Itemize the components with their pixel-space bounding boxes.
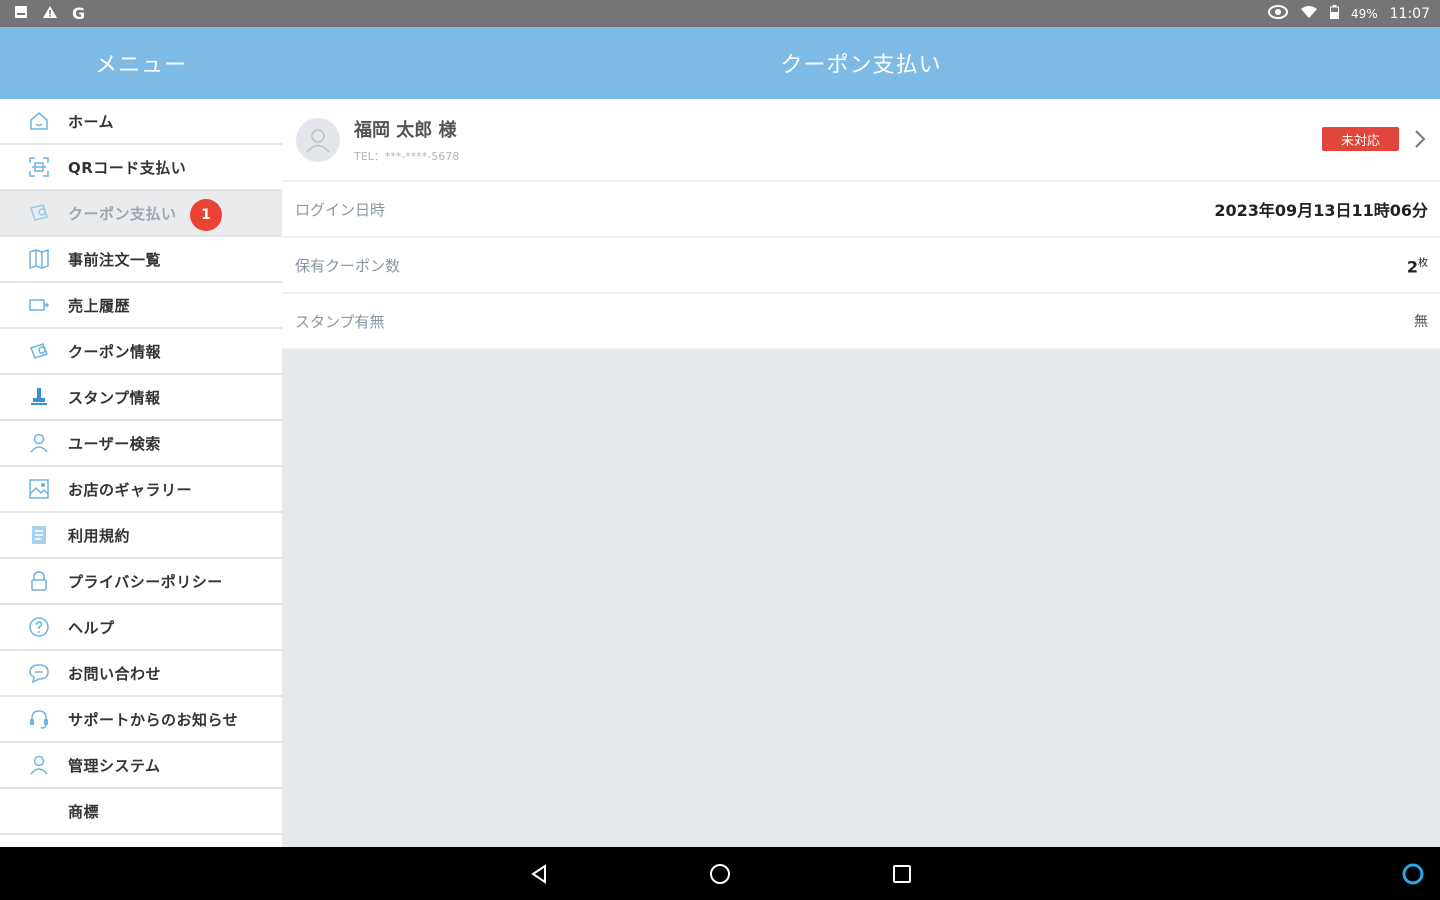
sidebar-item-help[interactable]: ヘルプ — [0, 605, 282, 651]
headset-icon — [26, 706, 52, 732]
recents-icon[interactable] — [887, 859, 917, 889]
stamp-icon — [26, 384, 52, 410]
map-icon — [26, 246, 52, 272]
user-card[interactable]: 福岡 太郎 様 TEL：***-****-5678 未対応 — [282, 99, 1440, 182]
sidebar-item-gallery[interactable]: お店のギャラリー — [0, 467, 282, 513]
sidebar-item-label: 商標 — [68, 802, 100, 821]
coupon-icon — [26, 200, 52, 226]
user-name: 福岡 太郎 様 — [354, 119, 457, 141]
eye-icon — [1267, 4, 1288, 23]
sidebar-item-preorders[interactable]: 事前注文一覧 — [0, 237, 282, 283]
sidebar-item-label: プライバシーポリシー — [68, 572, 223, 591]
sidebar-item-label: 事前注文一覧 — [68, 250, 162, 269]
user-tel: TEL：***-****-5678 — [354, 149, 460, 163]
sidebar-item-label: スタンプ情報 — [68, 388, 161, 407]
menu-header-label: メニュー — [94, 53, 187, 78]
battery-level: 49% — [1350, 6, 1378, 21]
sidebar-item-trademark[interactable]: 商標 — [0, 789, 282, 835]
sidebar-item-label: QRコード支払い — [68, 158, 187, 177]
sidebar-item-coupon-info[interactable]: クーポン情報 — [0, 329, 282, 375]
sidebar-item-label: お問い合わせ — [68, 664, 162, 683]
status-bar-left: G — [14, 4, 85, 23]
login-datetime-row: ログイン日時 2023年09月13日11時06分 — [282, 182, 1440, 238]
sidebar-item-contact[interactable]: お問い合わせ — [0, 651, 282, 697]
help-icon — [26, 614, 52, 640]
notification-badge: 1 — [190, 199, 222, 231]
sidebar-item-admin-system[interactable]: 管理システム — [0, 743, 282, 789]
coupon-count-unit: 枚 — [1418, 257, 1428, 269]
stamp-status-label: スタンプ有無 — [295, 312, 385, 331]
battery-icon — [1329, 4, 1339, 23]
back-icon[interactable] — [524, 859, 554, 889]
chevron-right-icon[interactable] — [1410, 127, 1430, 151]
coupon-count-row: 保有クーポン数 2枚 — [282, 238, 1440, 294]
sidebar-item-coupon-payment[interactable]: クーポン支払い 1 — [0, 191, 282, 237]
sidebar-item-stamp-info[interactable]: スタンプ情報 — [0, 375, 282, 421]
home-icon — [26, 108, 52, 134]
sidebar-item-label: お店のギャラリー — [68, 480, 193, 499]
status-badge: 未対応 — [1322, 127, 1399, 151]
admin-user-icon — [26, 752, 52, 778]
sidebar-item-privacy-policy[interactable]: プライバシーポリシー — [0, 559, 282, 605]
blank-icon — [26, 798, 52, 824]
sidebar-item-label: ホーム — [68, 112, 115, 131]
user-info: 福岡 太郎 様 TEL：***-****-5678 — [354, 116, 459, 164]
home-nav-icon[interactable] — [705, 859, 735, 889]
chat-icon — [26, 660, 52, 686]
sidebar-item-label: 売上履歴 — [68, 296, 131, 315]
sidebar-item-home[interactable]: ホーム — [0, 99, 282, 145]
login-datetime-value: 2023年09月13日11時06分 — [1214, 201, 1428, 220]
sidebar-item-sales-history[interactable]: 売上履歴 — [0, 283, 282, 329]
lock-icon — [26, 568, 52, 594]
page-title: クーポン支払い — [780, 53, 942, 78]
clock: 11:07 — [1389, 5, 1430, 22]
sidebar-item-user-search[interactable]: ユーザー検索 — [0, 421, 282, 467]
avatar — [296, 117, 340, 162]
coupon-count-value: 2枚 — [1407, 254, 1428, 276]
qr-scan-icon — [26, 154, 52, 180]
login-datetime-label: ログイン日時 — [295, 200, 386, 219]
sidebar-item-qr-payment[interactable]: QRコード支払い — [0, 145, 282, 191]
stamp-status-value: 無 — [1414, 314, 1428, 330]
user-search-icon — [26, 430, 52, 456]
sidebar-item-label: 管理システム — [68, 756, 161, 775]
sidebar-item-label: サポートからのお知らせ — [68, 710, 239, 729]
warning-icon — [42, 5, 58, 23]
sales-icon — [26, 292, 52, 318]
coupon-count-number: 2 — [1406, 257, 1418, 277]
sidebar-item-label: クーポン情報 — [68, 342, 162, 361]
main-content: 福岡 太郎 様 TEL：***-****-5678 未対応 ログイン日時 202… — [282, 99, 1440, 847]
wifi-icon — [1300, 5, 1318, 23]
assistant-icon[interactable] — [1398, 859, 1428, 889]
sidebar-item-label: クーポン支払い — [68, 204, 177, 223]
google-icon: G — [72, 4, 86, 23]
coupon-count-label: 保有クーポン数 — [295, 256, 401, 275]
gallery-icon — [26, 476, 52, 502]
coupon-info-icon — [26, 338, 52, 364]
sidebar-item-terms[interactable]: 利用規約 — [0, 513, 282, 559]
sidebar-item-label: 利用規約 — [68, 526, 131, 545]
status-bar-right: 49% 11:07 — [1267, 4, 1430, 23]
sidebar-menu: ホーム QRコード支払い クーポン支払い 1 事前注文一覧 売上履歴 クーポン情… — [0, 99, 282, 847]
stamp-status-row: スタンプ有無 無 — [282, 294, 1440, 350]
image-icon — [14, 5, 28, 23]
sidebar-item-label: ユーザー検索 — [68, 434, 161, 453]
sidebar-item-support-notices[interactable]: サポートからのお知らせ — [0, 697, 282, 743]
navigation-bar — [0, 847, 1440, 900]
sidebar-item-label: ヘルプ — [68, 618, 115, 637]
document-icon — [26, 522, 52, 548]
app-header: メニュー クーポン支払い — [0, 27, 1440, 99]
status-bar: G 49% 11:07 — [0, 0, 1440, 27]
